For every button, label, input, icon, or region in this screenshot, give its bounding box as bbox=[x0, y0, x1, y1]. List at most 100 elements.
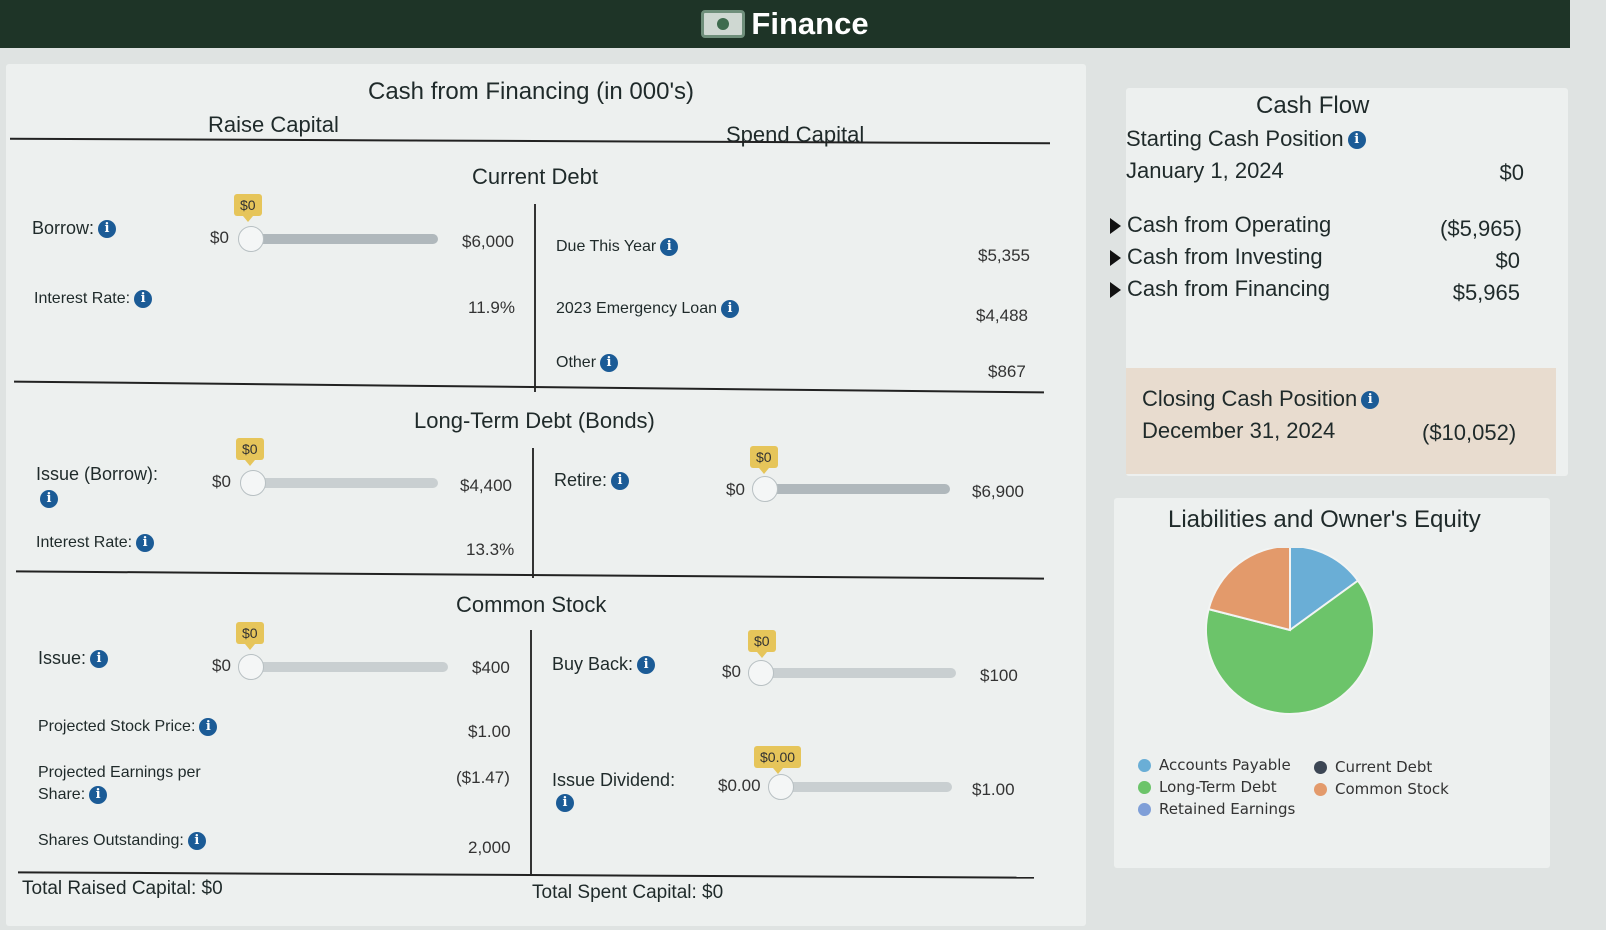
cash-flow-title: Cash Flow bbox=[1256, 92, 1370, 119]
other-debt-label: Other i bbox=[556, 354, 619, 372]
stock-issue-max: $400 bbox=[472, 658, 510, 677]
expand-arrow-icon[interactable] bbox=[1110, 250, 1121, 267]
legend-item-accounts-payable[interactable]: Accounts Payable bbox=[1138, 756, 1291, 774]
info-icon[interactable]: i bbox=[721, 300, 739, 318]
borrow-max: $6,000 bbox=[462, 232, 514, 251]
legend-dot bbox=[1138, 759, 1151, 772]
borrow-slider-track[interactable] bbox=[254, 234, 438, 244]
shares-outstanding-value: 2,000 bbox=[468, 838, 511, 857]
closing-cash-box: Closing Cash Position i December 31, 2024… bbox=[1126, 368, 1556, 474]
closing-date: December 31, 2024 bbox=[1142, 418, 1336, 443]
dividend-slider-track[interactable] bbox=[784, 782, 952, 792]
bond-interest-value: 13.3% bbox=[466, 540, 515, 559]
raise-capital-title: Raise Capital bbox=[208, 112, 339, 137]
total-spent-capital: Total Spent Capital: $0 bbox=[532, 882, 724, 903]
info-icon[interactable]: i bbox=[637, 656, 656, 675]
current-interest-value: 11.9% bbox=[468, 298, 515, 317]
bond-issue-slider-track[interactable] bbox=[256, 478, 438, 488]
eps-label-line2: Share: i bbox=[38, 786, 108, 804]
bond-issue-max: $4,400 bbox=[460, 476, 512, 495]
borrow-slider-handle[interactable] bbox=[238, 226, 264, 252]
bond-issue-bubble: $0 bbox=[236, 438, 264, 466]
eps-label: Projected Earnings per bbox=[38, 764, 201, 781]
bond-issue-slider-handle[interactable] bbox=[240, 470, 266, 496]
buyback-label: Buy Back: i bbox=[552, 654, 656, 675]
financing-title: Cash from Financing (in 000's) bbox=[368, 78, 695, 105]
stock-issue-slider-handle[interactable] bbox=[238, 654, 264, 680]
legend-item-retained-earnings[interactable]: Retained Earnings bbox=[1138, 800, 1295, 818]
stock-issue-label: Issue: i bbox=[38, 648, 109, 669]
info-icon[interactable]: i bbox=[187, 832, 206, 850]
cash-financing-row[interactable]: Cash from Financing bbox=[1110, 276, 1330, 302]
info-icon[interactable]: i bbox=[611, 472, 630, 491]
info-icon[interactable]: i bbox=[660, 238, 679, 256]
long-term-divider bbox=[532, 448, 534, 578]
info-icon[interactable]: i bbox=[1347, 131, 1366, 150]
stock-issue-min: $0 bbox=[212, 656, 231, 675]
legend-item-common-stock[interactable]: Common Stock bbox=[1314, 780, 1449, 798]
retire-min: $0 bbox=[726, 480, 745, 499]
info-icon[interactable]: i bbox=[89, 786, 108, 804]
legend-dot bbox=[1314, 783, 1327, 796]
info-icon[interactable]: i bbox=[40, 490, 58, 508]
info-icon[interactable]: i bbox=[90, 650, 109, 669]
dividend-min: $0.00 bbox=[718, 776, 761, 795]
info-icon[interactable]: i bbox=[600, 354, 619, 372]
legend-label: Common Stock bbox=[1335, 780, 1449, 798]
current-debt-title: Current Debt bbox=[472, 164, 598, 189]
retire-bubble: $0 bbox=[750, 446, 778, 474]
liabilities-title: Liabilities and Owner's Equity bbox=[1168, 506, 1481, 533]
money-icon bbox=[701, 10, 746, 38]
legend-dot bbox=[1314, 761, 1327, 774]
spend-capital-title: Spend Capital bbox=[726, 122, 865, 147]
buyback-max: $100 bbox=[980, 666, 1018, 685]
retire-slider-track[interactable] bbox=[770, 484, 950, 494]
legend-item-current-debt[interactable]: Current Debt bbox=[1314, 758, 1432, 776]
current-debt-bottom-divider bbox=[14, 380, 1044, 394]
info-icon[interactable]: i bbox=[1361, 391, 1380, 410]
long-term-debt-title: Long-Term Debt (Bonds) bbox=[414, 408, 655, 433]
app-header: Finance bbox=[0, 0, 1570, 48]
retire-slider-handle[interactable] bbox=[752, 476, 778, 502]
cash-operating-row[interactable]: Cash from Operating bbox=[1110, 212, 1331, 238]
buyback-slider-handle[interactable] bbox=[748, 660, 774, 686]
common-stock-title: Common Stock bbox=[456, 592, 607, 617]
closing-cash-label: Closing Cash Position i bbox=[1142, 386, 1380, 412]
legend-label: Retained Earnings bbox=[1159, 800, 1296, 818]
borrow-label: Borrow: i bbox=[32, 218, 117, 239]
bond-issue-min: $0 bbox=[212, 472, 231, 491]
starting-date: January 1, 2024 bbox=[1126, 158, 1284, 183]
header-divider bbox=[10, 137, 1050, 145]
expand-arrow-icon[interactable] bbox=[1110, 282, 1121, 299]
cash-investing-value: $0 bbox=[1495, 248, 1520, 273]
expand-arrow-icon[interactable] bbox=[1110, 218, 1121, 235]
buyback-bubble: $0 bbox=[748, 630, 776, 658]
cash-operating-value: ($5,965) bbox=[1440, 216, 1522, 241]
info-icon[interactable]: i bbox=[199, 718, 218, 736]
dividend-label: Issue Dividend: bbox=[552, 770, 676, 790]
stock-issue-slider-track[interactable] bbox=[256, 662, 448, 672]
borrow-value-bubble: $0 bbox=[234, 194, 262, 222]
legend-dot bbox=[1138, 781, 1151, 794]
financing-panel: Cash from Financing (in 000's) Raise Cap… bbox=[6, 64, 1086, 926]
cash-investing-row[interactable]: Cash from Investing bbox=[1110, 244, 1323, 270]
eps-value: ($1.47) bbox=[456, 768, 510, 787]
starting-cash-label: Starting Cash Position i bbox=[1126, 126, 1366, 152]
buyback-slider-track[interactable] bbox=[766, 668, 956, 678]
info-icon[interactable]: i bbox=[136, 534, 155, 552]
legend-label: Accounts Payable bbox=[1159, 756, 1291, 774]
liabilities-pie-chart bbox=[1205, 548, 1375, 715]
liabilities-panel: Liabilities and Owner's Equity Accounts … bbox=[1114, 498, 1550, 868]
borrow-min: $0 bbox=[210, 228, 229, 247]
current-debt-divider bbox=[534, 204, 536, 392]
retire-label: Retire: i bbox=[554, 470, 630, 491]
due-this-year-value: $5,355 bbox=[978, 246, 1030, 265]
legend-item-long-term-debt[interactable]: Long-Term Debt bbox=[1138, 778, 1277, 796]
emergency-loan-label: 2023 Emergency Loan i bbox=[556, 300, 739, 318]
info-icon[interactable]: i bbox=[98, 220, 117, 239]
info-icon[interactable]: i bbox=[556, 794, 574, 812]
dividend-slider-handle[interactable] bbox=[768, 774, 794, 800]
info-icon[interactable]: i bbox=[134, 290, 153, 308]
buyback-min: $0 bbox=[722, 662, 741, 681]
legend-label: Long-Term Debt bbox=[1159, 778, 1277, 796]
